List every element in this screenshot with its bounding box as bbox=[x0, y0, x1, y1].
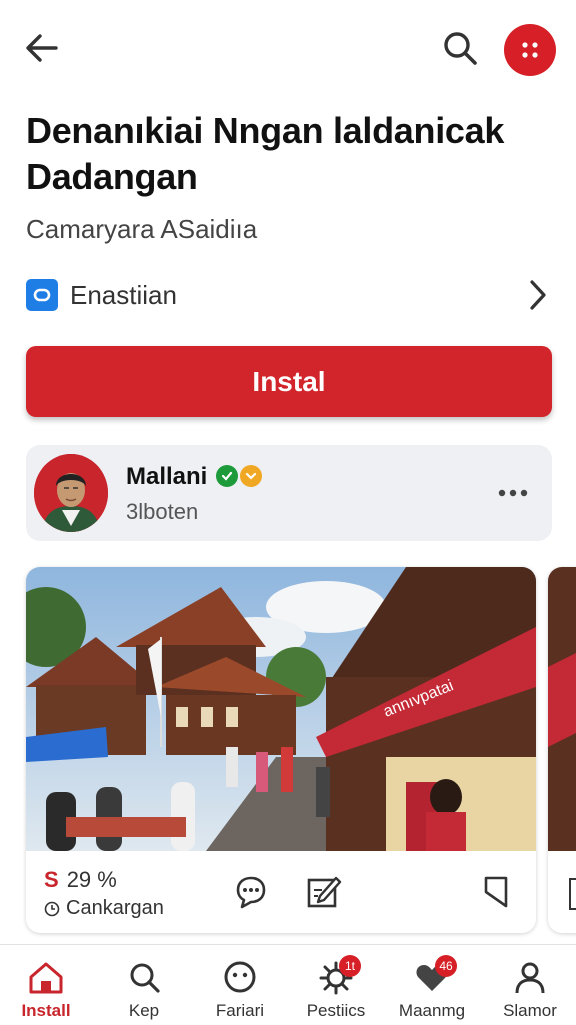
search-button[interactable] bbox=[440, 28, 480, 68]
back-button[interactable] bbox=[22, 28, 62, 68]
grid-dots-icon bbox=[522, 42, 538, 58]
nav-item-fariari[interactable]: Fariari bbox=[192, 959, 288, 1025]
nav-item-kep[interactable]: Kep bbox=[96, 959, 192, 1025]
notification-badge: 1t bbox=[339, 955, 361, 977]
edit-icon bbox=[307, 876, 342, 908]
bookmark-icon bbox=[484, 876, 508, 908]
comment-button[interactable] bbox=[230, 872, 270, 912]
gear-icon-wrapper: 1t bbox=[317, 955, 361, 995]
nav-label-pestiics: Pestiics bbox=[306, 1001, 366, 1020]
nav-label-slamor: Slamor bbox=[503, 1001, 557, 1020]
clock-icon bbox=[44, 901, 60, 916]
nav-item-maanmg[interactable]: 46 Maanmg bbox=[384, 955, 480, 1025]
gold-check-icon bbox=[240, 465, 262, 487]
top-app-bar bbox=[0, 0, 576, 100]
nav-label-fariari: Fariari bbox=[215, 1001, 265, 1020]
category-label: Enastiian bbox=[70, 279, 177, 310]
price-value: 29 % bbox=[66, 867, 117, 892]
notification-badge: 46 bbox=[435, 955, 457, 977]
price-line: S 29 % bbox=[44, 867, 117, 893]
home-icon bbox=[29, 962, 63, 994]
author-name: Mallani bbox=[126, 463, 208, 490]
nav-label-install: Install bbox=[21, 1001, 71, 1020]
avatar[interactable] bbox=[34, 454, 108, 532]
more-horizontal-icon bbox=[498, 489, 528, 497]
search-icon bbox=[130, 963, 160, 993]
nav-label-kep: Kep bbox=[128, 1001, 160, 1020]
verified-check-icon bbox=[216, 465, 238, 487]
app-title: Denanıkiai Nngan laldanicak Dadangan bbox=[26, 110, 505, 197]
profile-icon bbox=[515, 962, 545, 994]
price-symbol: S bbox=[44, 867, 59, 892]
install-button[interactable]: Instal bbox=[26, 346, 552, 417]
arrow-left-icon bbox=[26, 34, 58, 62]
more-options-button[interactable] bbox=[504, 24, 556, 76]
nav-item-install[interactable]: Install bbox=[0, 959, 94, 1025]
chevron-right-icon bbox=[530, 280, 546, 310]
smile-icon bbox=[224, 961, 256, 993]
bottom-navigation: Install Kep Fariari 1t Pestiics 46 Maanm… bbox=[0, 944, 576, 1024]
next-post-card-peek[interactable] bbox=[548, 567, 576, 933]
post-card[interactable]: annıvpatai S 29 % Cankargan bbox=[26, 567, 536, 933]
search-icon bbox=[444, 32, 477, 65]
category-row[interactable]: Enastiian bbox=[26, 272, 550, 318]
status-line: Cankargan bbox=[44, 897, 164, 920]
post-photo[interactable]: annıvpatai bbox=[26, 567, 536, 851]
author-subtitle: 3lboten bbox=[126, 499, 199, 524]
developer-name[interactable]: Camaryara ASaidiıa bbox=[26, 214, 257, 245]
app-square-icon bbox=[26, 279, 58, 311]
nav-item-slamor[interactable]: Slamor bbox=[482, 959, 576, 1025]
author-menu-button[interactable] bbox=[494, 483, 534, 503]
comment-icon bbox=[236, 876, 266, 909]
heart-icon-wrapper: 46 bbox=[413, 955, 457, 995]
nav-item-pestiics[interactable]: 1t Pestiics bbox=[288, 955, 384, 1025]
author-card[interactable]: Mallani 3lboten bbox=[26, 445, 552, 541]
edit-button[interactable] bbox=[304, 872, 344, 912]
bookmark-button[interactable] bbox=[476, 872, 516, 912]
nav-label-maanmg: Maanmg bbox=[398, 1001, 466, 1020]
status-text: Cankargan bbox=[66, 897, 164, 919]
